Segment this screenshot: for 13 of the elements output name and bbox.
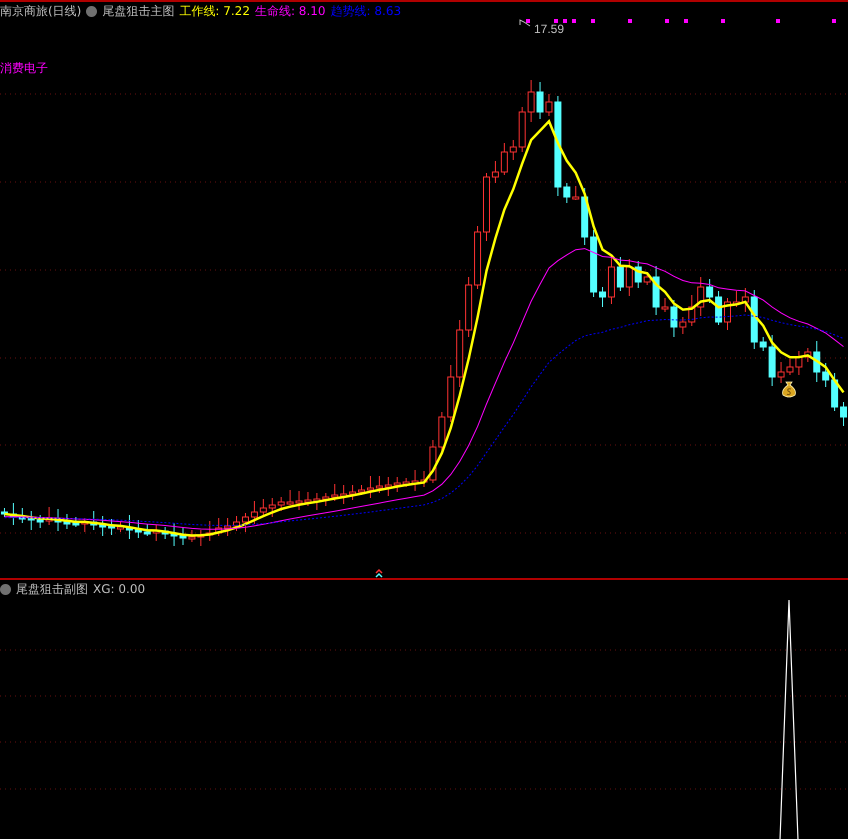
indicator-value: 工作线: 7.22 bbox=[179, 2, 250, 20]
stock-name: 南京商旅(日线) bbox=[0, 2, 82, 20]
indicator-name: 尾盘狙击主图 bbox=[102, 2, 174, 20]
money-bag-icon bbox=[782, 382, 796, 398]
dropdown-icon[interactable] bbox=[0, 584, 11, 594]
indicator-name: 尾盘狙击副图 bbox=[16, 580, 88, 598]
indicator-value: XG: 0.00 bbox=[93, 582, 146, 596]
peak-price-label: 17.59 bbox=[534, 22, 564, 36]
dropdown-icon[interactable] bbox=[86, 6, 98, 16]
double-up-arrow-icon bbox=[375, 568, 383, 578]
indicator-value: 趋势线: 8.63 bbox=[330, 2, 402, 20]
sector-label: 消费电子 bbox=[0, 60, 48, 77]
indicator-value: 生命线: 8.10 bbox=[254, 2, 326, 20]
